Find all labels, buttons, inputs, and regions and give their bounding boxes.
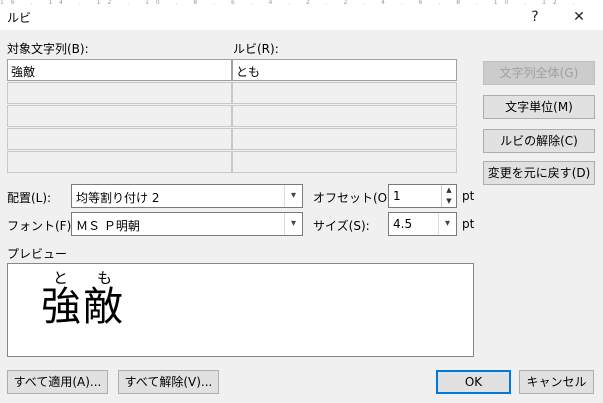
chevron-down-icon[interactable]: ▾ [284, 213, 302, 235]
remove-all-button[interactable]: すべて解除(V)... [118, 370, 219, 394]
apply-all-button[interactable]: すべて適用(A)... [7, 370, 108, 394]
ruby-cell-text: とも [236, 65, 261, 79]
offset-label: オフセット(O): [313, 191, 396, 205]
ruby-cell-5[interactable] [232, 151, 457, 173]
font-select[interactable]: ＭＳ Ｐ明朝 ▾ [71, 212, 303, 236]
spin-down-icon[interactable]: ▼ [441, 196, 456, 207]
title-bar [0, 4, 603, 30]
size-unit: pt [462, 217, 475, 231]
per-character-button[interactable]: 文字単位(M) [483, 95, 595, 119]
offset-value: 1 [393, 189, 401, 203]
help-button[interactable]: ? [518, 4, 552, 30]
alignment-select[interactable]: 均等割り付け 2 ▾ [71, 184, 303, 208]
offset-spinner[interactable]: 1 ▲ ▼ [388, 184, 457, 208]
ruby-cell-1[interactable]: とも [232, 59, 457, 81]
ruby-cell-2[interactable] [232, 82, 457, 104]
remove-ruby-button[interactable]: ルビの解除(C) [483, 129, 595, 153]
close-button[interactable]: ✕ [562, 4, 596, 30]
size-select[interactable]: 4.5 ▾ [388, 212, 457, 236]
revert-changes-button[interactable]: 変更を元に戻す(D) [483, 161, 595, 185]
preview-base-text: 強敵 [41, 284, 125, 330]
target-cell-2[interactable] [7, 82, 232, 104]
target-string-label: 対象文字列(B): [7, 42, 89, 56]
target-cell-4[interactable] [7, 128, 232, 150]
chevron-down-icon[interactable]: ▾ [438, 213, 456, 235]
target-cell-3[interactable] [7, 105, 232, 127]
alignment-value: 均等割り付け 2 [76, 191, 160, 205]
font-value: ＭＳ Ｐ明朝 [76, 219, 140, 233]
spin-up-icon[interactable]: ▲ [441, 185, 456, 196]
alignment-label: 配置(L): [7, 191, 52, 205]
target-cell-5[interactable] [7, 151, 232, 173]
ruby-cell-4[interactable] [232, 128, 457, 150]
font-label: フォント(F): [7, 219, 76, 233]
ok-button[interactable]: OK [436, 370, 511, 394]
ruby-label: ルビ(R): [233, 42, 279, 56]
offset-unit: pt [462, 189, 475, 203]
target-cell-text: 強敵 [11, 65, 36, 79]
target-cell-1[interactable]: 強敵 [7, 59, 232, 81]
size-label: サイズ(S): [313, 219, 370, 233]
preview-area: と も 強敵 [7, 263, 474, 357]
cancel-button[interactable]: キャンセル [519, 370, 594, 394]
dialog-title: ルビ [7, 11, 32, 25]
whole-string-button[interactable]: 文字列全体(G) [483, 61, 595, 85]
chevron-down-icon[interactable]: ▾ [284, 185, 302, 207]
ruby-cell-3[interactable] [232, 105, 457, 127]
preview-label: プレビュー [7, 247, 68, 261]
size-value: 4.5 [393, 217, 413, 231]
